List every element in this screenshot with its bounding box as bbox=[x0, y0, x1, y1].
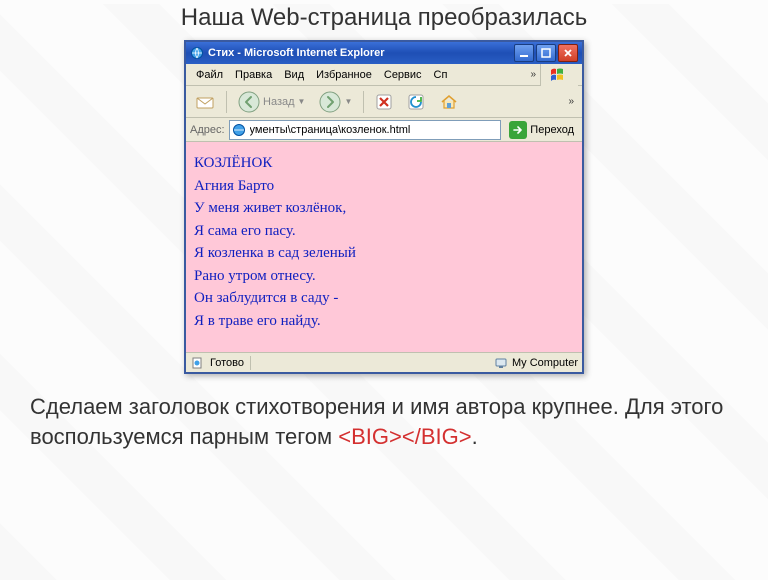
poem-line-1: У меня живет козлёнок, bbox=[194, 197, 574, 220]
address-label: Адрес: bbox=[190, 124, 225, 136]
mail-button[interactable] bbox=[190, 89, 220, 115]
forward-dropdown-icon: ▼ bbox=[344, 97, 352, 106]
poem-author: Агния Барто bbox=[194, 175, 574, 198]
caption-tag: <BIG></BIG> bbox=[338, 424, 471, 449]
ie-window: Стих - Microsoft Internet Explorer Файл … bbox=[184, 40, 584, 374]
page-ie-icon bbox=[232, 123, 246, 137]
go-arrow-icon bbox=[509, 121, 527, 139]
status-text: Готово bbox=[210, 357, 244, 369]
minimize-button[interactable] bbox=[514, 44, 534, 62]
poem-title: КОЗЛЁНОК bbox=[194, 152, 574, 175]
poem-line-6: Я в траве его найду. bbox=[194, 310, 574, 333]
menu-file[interactable]: Файл bbox=[190, 67, 229, 83]
titlebar: Стих - Microsoft Internet Explorer bbox=[186, 42, 582, 64]
toolbar-separator bbox=[226, 91, 227, 113]
back-button[interactable]: Назад ▼ bbox=[233, 89, 310, 115]
go-button[interactable]: Переход bbox=[505, 120, 578, 140]
zone-label: My Computer bbox=[512, 357, 578, 369]
back-dropdown-icon: ▼ bbox=[298, 97, 306, 106]
menubar: Файл Правка Вид Избранное Сервис Сп » bbox=[186, 64, 582, 86]
forward-button[interactable]: ▼ bbox=[314, 89, 357, 115]
menu-tools[interactable]: Сервис bbox=[378, 67, 428, 83]
poem-line-4: Рано утром отнесу. bbox=[194, 265, 574, 288]
status-page-icon bbox=[190, 356, 204, 370]
window-title: Стих - Microsoft Internet Explorer bbox=[208, 47, 514, 59]
menu-view[interactable]: Вид bbox=[278, 67, 310, 83]
toolbar-overflow-chevron-icon[interactable]: » bbox=[568, 96, 578, 107]
address-text: ументы\страница\козленок.html bbox=[250, 124, 411, 136]
page-content: КОЗЛЁНОК Агния Барто У меня живет козлён… bbox=[186, 142, 582, 352]
toolbar-separator-2 bbox=[363, 91, 364, 113]
menu-edit[interactable]: Правка bbox=[229, 67, 278, 83]
poem-line-5: Он заблудится в саду - bbox=[194, 287, 574, 310]
zone-icon bbox=[494, 356, 508, 370]
stop-button[interactable] bbox=[370, 89, 398, 115]
toolbar: Назад ▼ ▼ » bbox=[186, 86, 582, 118]
back-label: Назад bbox=[263, 96, 295, 108]
poem-line-2: Я сама его пасу. bbox=[194, 220, 574, 243]
menu-favorites[interactable]: Избранное bbox=[310, 67, 378, 83]
status-separator bbox=[250, 356, 251, 370]
caption-text-after: . bbox=[472, 424, 478, 449]
slide-heading: Наша Web-страница преобразилась bbox=[0, 4, 768, 32]
windows-logo-icon bbox=[540, 64, 578, 86]
home-button[interactable] bbox=[434, 89, 464, 115]
slide-caption: Сделаем заголовок стихотворения и имя ав… bbox=[30, 392, 738, 451]
menu-help-truncated[interactable]: Сп bbox=[428, 67, 448, 83]
maximize-button[interactable] bbox=[536, 44, 556, 62]
address-bar: Адрес: ументы\страница\козленок.html Пер… bbox=[186, 118, 582, 142]
ie-icon bbox=[190, 46, 204, 60]
status-bar: Готово My Computer bbox=[186, 352, 582, 372]
refresh-button[interactable] bbox=[402, 89, 430, 115]
go-label: Переход bbox=[530, 124, 574, 136]
address-field[interactable]: ументы\страница\козленок.html bbox=[229, 120, 502, 140]
poem-line-3: Я козленка в сад зеленый bbox=[194, 242, 574, 265]
close-button[interactable] bbox=[558, 44, 578, 62]
menu-overflow-chevron-icon[interactable]: » bbox=[530, 69, 540, 80]
